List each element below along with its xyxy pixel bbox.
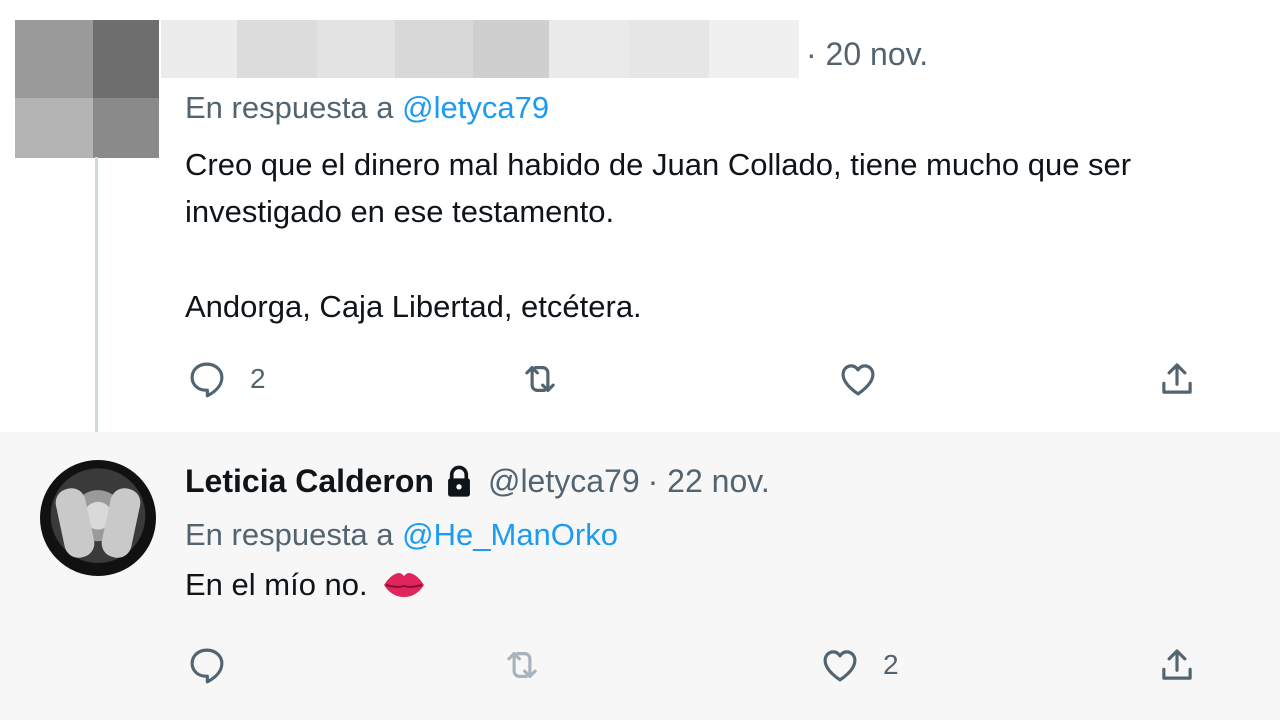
reply-count: 2	[250, 363, 266, 394]
avatar-blurred[interactable]	[15, 20, 159, 158]
tweet-text-paragraph: Creo que el dinero mal habido de Juan Co…	[185, 147, 1132, 229]
tweet-date[interactable]: · 20 nov.	[806, 36, 928, 73]
tweet-date[interactable]: · 22 nov.	[648, 463, 770, 500]
author-name-blurred[interactable]	[161, 20, 799, 78]
reply-button[interactable]	[186, 644, 228, 686]
author-name[interactable]: Leticia Calderon	[185, 463, 434, 500]
share-button[interactable]	[1156, 644, 1198, 686]
reply-mention-link[interactable]: @He_ManOrko	[402, 517, 618, 552]
share-icon	[1162, 363, 1192, 394]
reply-context: En respuesta a @He_ManOrko	[185, 517, 618, 553]
lock-icon	[448, 465, 470, 497]
share-icon	[1162, 649, 1192, 680]
thread-connector-line	[95, 157, 98, 450]
tweet-parent[interactable]: · 20 nov. En respuesta a @letyca79 Creo …	[0, 0, 1280, 432]
reply-icon	[190, 362, 224, 398]
like-button[interactable]	[837, 358, 879, 400]
retweet-icon	[525, 366, 555, 392]
share-button[interactable]	[1156, 358, 1198, 400]
avatar-hand-right	[99, 485, 143, 561]
author-handle[interactable]: @letyca79	[488, 463, 640, 500]
like-button[interactable]: 2	[819, 644, 899, 686]
reply-mention-link[interactable]: @letyca79	[402, 90, 549, 125]
retweet-button-disabled	[501, 644, 543, 686]
kiss-lips-icon	[383, 573, 424, 597]
tweet-text-paragraph: Andorga, Caja Libertad, etcétera.	[185, 289, 642, 324]
retweet-button[interactable]	[519, 358, 561, 400]
reply-context: En respuesta a @letyca79	[185, 90, 549, 126]
tweet-text: En el mío no.	[185, 567, 426, 603]
tweet-header: Leticia Calderon @letyca79 · 22 nov.	[185, 463, 770, 500]
avatar[interactable]	[40, 460, 156, 576]
reply-prefix: En respuesta a	[185, 517, 394, 552]
like-count: 2	[883, 649, 899, 680]
reply-prefix: En respuesta a	[185, 90, 394, 125]
tweet-text-content: En el mío no.	[185, 567, 368, 602]
heart-icon	[823, 650, 857, 682]
tweet-text: Creo que el dinero mal habido de Juan Co…	[185, 141, 1275, 330]
heart-icon	[841, 364, 875, 396]
retweet-icon	[507, 652, 537, 678]
reply-icon	[190, 648, 224, 684]
avatar-hand-left	[53, 485, 97, 561]
reply-button[interactable]: 2	[186, 358, 266, 400]
